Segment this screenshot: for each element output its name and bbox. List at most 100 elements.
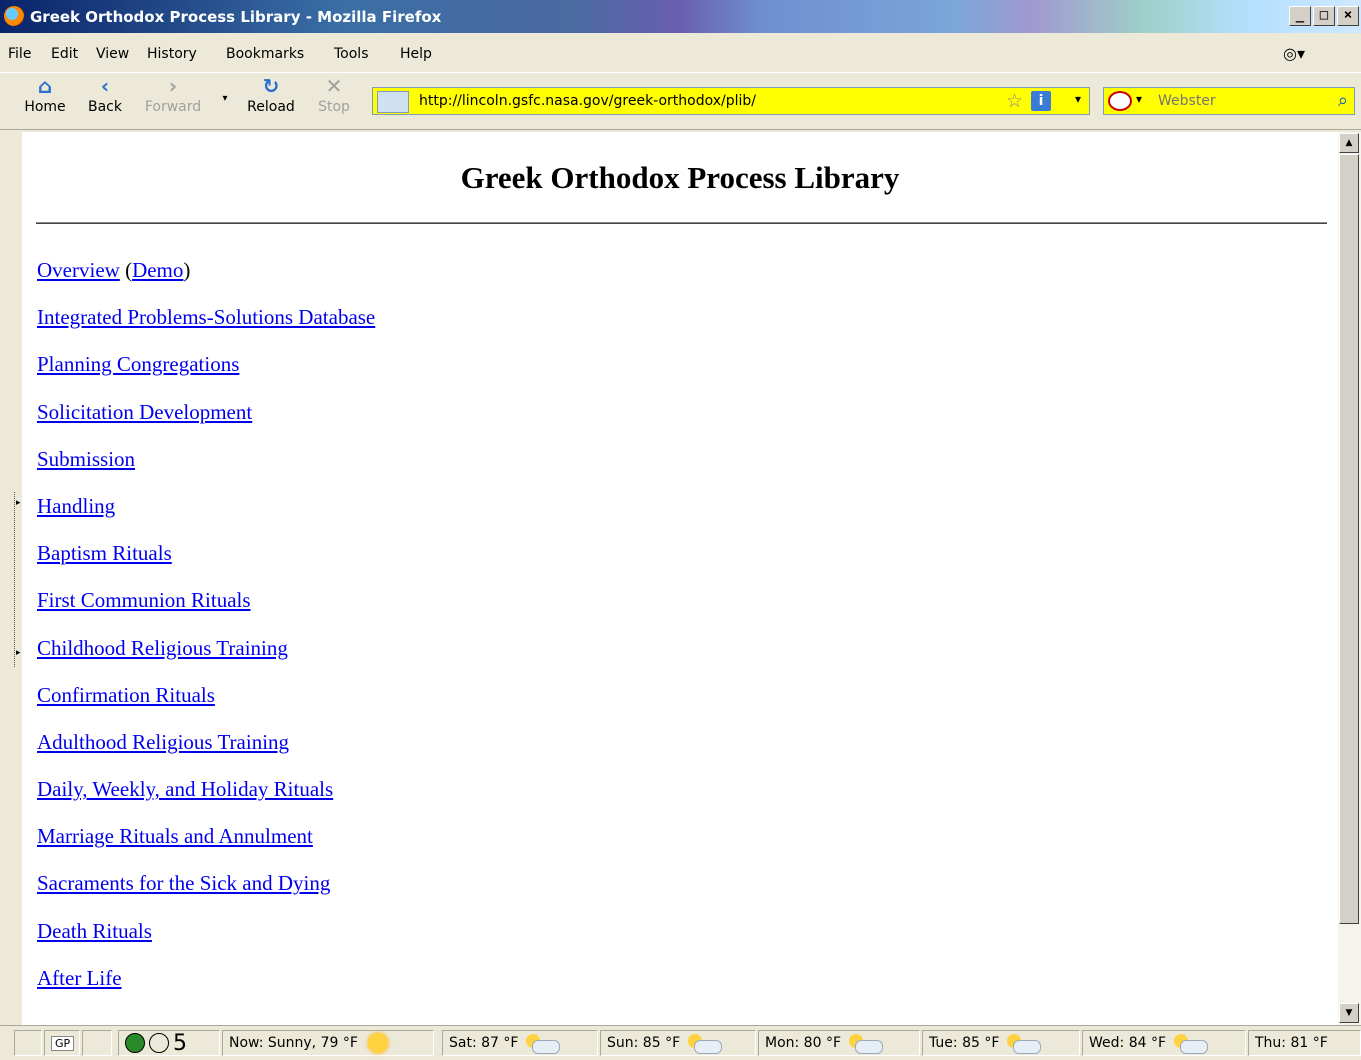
list-item: Sacraments for the Sick and Dying: [37, 871, 375, 918]
search-go-icon[interactable]: ⌕: [1338, 90, 1348, 111]
stop-label: Stop: [318, 99, 350, 115]
link-daily-weekly-holiday-rituals[interactable]: Daily, Weekly, and Holiday Rituals: [37, 777, 333, 801]
status-text-panel: [14, 1030, 42, 1056]
list-item: Baptism Rituals: [37, 541, 375, 588]
list-item: Marriage Rituals and Annulment: [37, 824, 375, 871]
extension-panel[interactable]: 5: [118, 1030, 220, 1056]
link-solicitation-development[interactable]: Solicitation Development: [37, 400, 252, 424]
link-planning-congregations[interactable]: Planning Congregations: [37, 352, 239, 376]
forecast-tue-text: Tue: 85 °F: [929, 1035, 1000, 1051]
link-death-rituals[interactable]: Death Rituals: [37, 919, 152, 943]
search-input[interactable]: [1158, 90, 1318, 112]
gp-badge: GP: [51, 1035, 75, 1051]
activity-throbber-icon: ◎▾: [1283, 44, 1305, 63]
url-dropdown-icon[interactable]: ▾: [1075, 92, 1081, 106]
forward-arrow-icon: ›: [168, 74, 178, 98]
link-handling[interactable]: Handling: [37, 494, 115, 518]
forecast-mon-text: Mon: 80 °F: [765, 1035, 842, 1051]
window-titlebar: Greek Orthodox Process Library - Mozilla…: [0, 0, 1361, 33]
info-icon[interactable]: i: [1031, 91, 1051, 111]
paren-open: (: [125, 258, 133, 282]
history-dropdown-button[interactable]: ▾: [216, 93, 234, 104]
home-label: Home: [24, 99, 66, 115]
partly-cloudy-icon: [1007, 1034, 1042, 1054]
link-sacraments-sick-dying[interactable]: Sacraments for the Sick and Dying: [37, 871, 330, 895]
link-after-life[interactable]: After Life: [37, 966, 122, 990]
list-item: Overview (Demo): [37, 258, 375, 305]
menu-history[interactable]: History: [147, 46, 197, 62]
paren-close: ): [183, 258, 191, 282]
reload-label: Reload: [247, 99, 295, 115]
search-bar: ▾ ⌕: [1103, 87, 1355, 115]
list-item: Adulthood Religious Training: [37, 730, 375, 777]
overview-link[interactable]: Overview: [37, 258, 120, 282]
link-first-communion-rituals[interactable]: First Communion Rituals: [37, 588, 251, 612]
list-item: Handling: [37, 494, 375, 541]
menu-file[interactable]: File: [8, 46, 31, 62]
reload-button[interactable]: ↻ Reload: [238, 73, 304, 115]
menu-help[interactable]: Help: [400, 46, 432, 62]
demo-link[interactable]: Demo: [132, 258, 183, 282]
reload-icon: ↻: [262, 74, 280, 98]
gp-panel[interactable]: GP: [44, 1030, 80, 1056]
link-adulthood-religious-training[interactable]: Adulthood Religious Training: [37, 730, 289, 754]
forecast-wed-panel[interactable]: Wed: 84 °F: [1082, 1030, 1246, 1056]
close-button[interactable]: ×: [1337, 6, 1359, 26]
status-bar: GP 5 Now: Sunny, 79 °F Sat: 87 °F Sun: 8…: [0, 1025, 1361, 1060]
forecast-sat-text: Sat: 87 °F: [449, 1035, 519, 1051]
page-content: Greek Orthodox Process Library Overview …: [22, 132, 1338, 1025]
sidebar-arrow-icon: ▸: [16, 498, 21, 508]
forecast-thu-panel[interactable]: Thu: 81 °F: [1248, 1030, 1361, 1056]
menu-tools[interactable]: Tools: [334, 46, 369, 62]
minimize-button[interactable]: _: [1289, 6, 1311, 26]
menu-edit[interactable]: Edit: [51, 46, 78, 62]
window-title: Greek Orthodox Process Library - Mozilla…: [30, 8, 442, 26]
search-engine-dropdown-icon[interactable]: ▾: [1136, 92, 1142, 106]
menu-bookmarks[interactable]: Bookmarks: [226, 46, 304, 62]
partly-cloudy-icon: [849, 1034, 884, 1054]
menu-view[interactable]: View: [96, 46, 129, 62]
back-label: Back: [88, 99, 122, 115]
window-controls: _ □ ×: [1289, 6, 1359, 26]
vertical-scrollbar[interactable]: ▲ ▼: [1338, 132, 1361, 1025]
sidebar-grip[interactable]: ▸ ▸: [0, 132, 22, 1025]
chevron-down-icon: ▾: [222, 93, 228, 104]
stop-button[interactable]: ✕ Stop: [310, 73, 358, 115]
link-childhood-religious-training[interactable]: Childhood Religious Training: [37, 636, 288, 660]
list-item: Confirmation Rituals: [37, 683, 375, 730]
search-engine-icon[interactable]: [1108, 91, 1132, 111]
home-icon: ⌂: [37, 74, 53, 98]
link-marriage-rituals-annulment[interactable]: Marriage Rituals and Annulment: [37, 824, 313, 848]
forward-button[interactable]: › Forward: [136, 73, 210, 115]
horizontal-rule: [36, 222, 1327, 224]
address-bar[interactable]: http://lincoln.gsfc.nasa.gov/greek-ortho…: [372, 87, 1090, 115]
forecast-tue-panel[interactable]: Tue: 85 °F: [922, 1030, 1080, 1056]
link-submission[interactable]: Submission: [37, 447, 135, 471]
green-status-icon[interactable]: [125, 1033, 145, 1053]
weather-now-text: Now: Sunny, 79 °F: [229, 1035, 358, 1051]
clock-icon[interactable]: [149, 1033, 169, 1053]
list-item: Death Rituals: [37, 919, 375, 966]
address-url[interactable]: http://lincoln.gsfc.nasa.gov/greek-ortho…: [419, 93, 756, 109]
forecast-sun-panel[interactable]: Sun: 85 °F: [600, 1030, 756, 1056]
site-identity-icon[interactable]: [377, 91, 409, 113]
list-item: Daily, Weekly, and Holiday Rituals: [37, 777, 375, 824]
stop-icon: ✕: [325, 74, 343, 98]
link-confirmation-rituals[interactable]: Confirmation Rituals: [37, 683, 215, 707]
home-button[interactable]: ⌂ Home: [18, 73, 72, 115]
weather-now-panel[interactable]: Now: Sunny, 79 °F: [222, 1030, 434, 1056]
sidebar-splitter[interactable]: [14, 492, 18, 667]
scroll-down-button[interactable]: ▼: [1339, 1003, 1359, 1023]
back-button[interactable]: ‹ Back: [78, 73, 132, 115]
maximize-button[interactable]: □: [1313, 6, 1335, 26]
forecast-thu-text: Thu: 81 °F: [1255, 1035, 1328, 1051]
scroll-thumb[interactable]: [1339, 154, 1359, 924]
bookmark-star-icon[interactable]: ☆: [1006, 90, 1023, 112]
forecast-mon-panel[interactable]: Mon: 80 °F: [758, 1030, 920, 1056]
link-problems-solutions-db[interactable]: Integrated Problems-Solutions Database: [37, 305, 375, 329]
scroll-up-button[interactable]: ▲: [1339, 133, 1359, 153]
link-baptism-rituals[interactable]: Baptism Rituals: [37, 541, 172, 565]
page-title: Greek Orthodox Process Library: [460, 160, 900, 195]
back-arrow-icon: ‹: [100, 74, 110, 98]
forecast-sat-panel[interactable]: Sat: 87 °F: [442, 1030, 598, 1056]
